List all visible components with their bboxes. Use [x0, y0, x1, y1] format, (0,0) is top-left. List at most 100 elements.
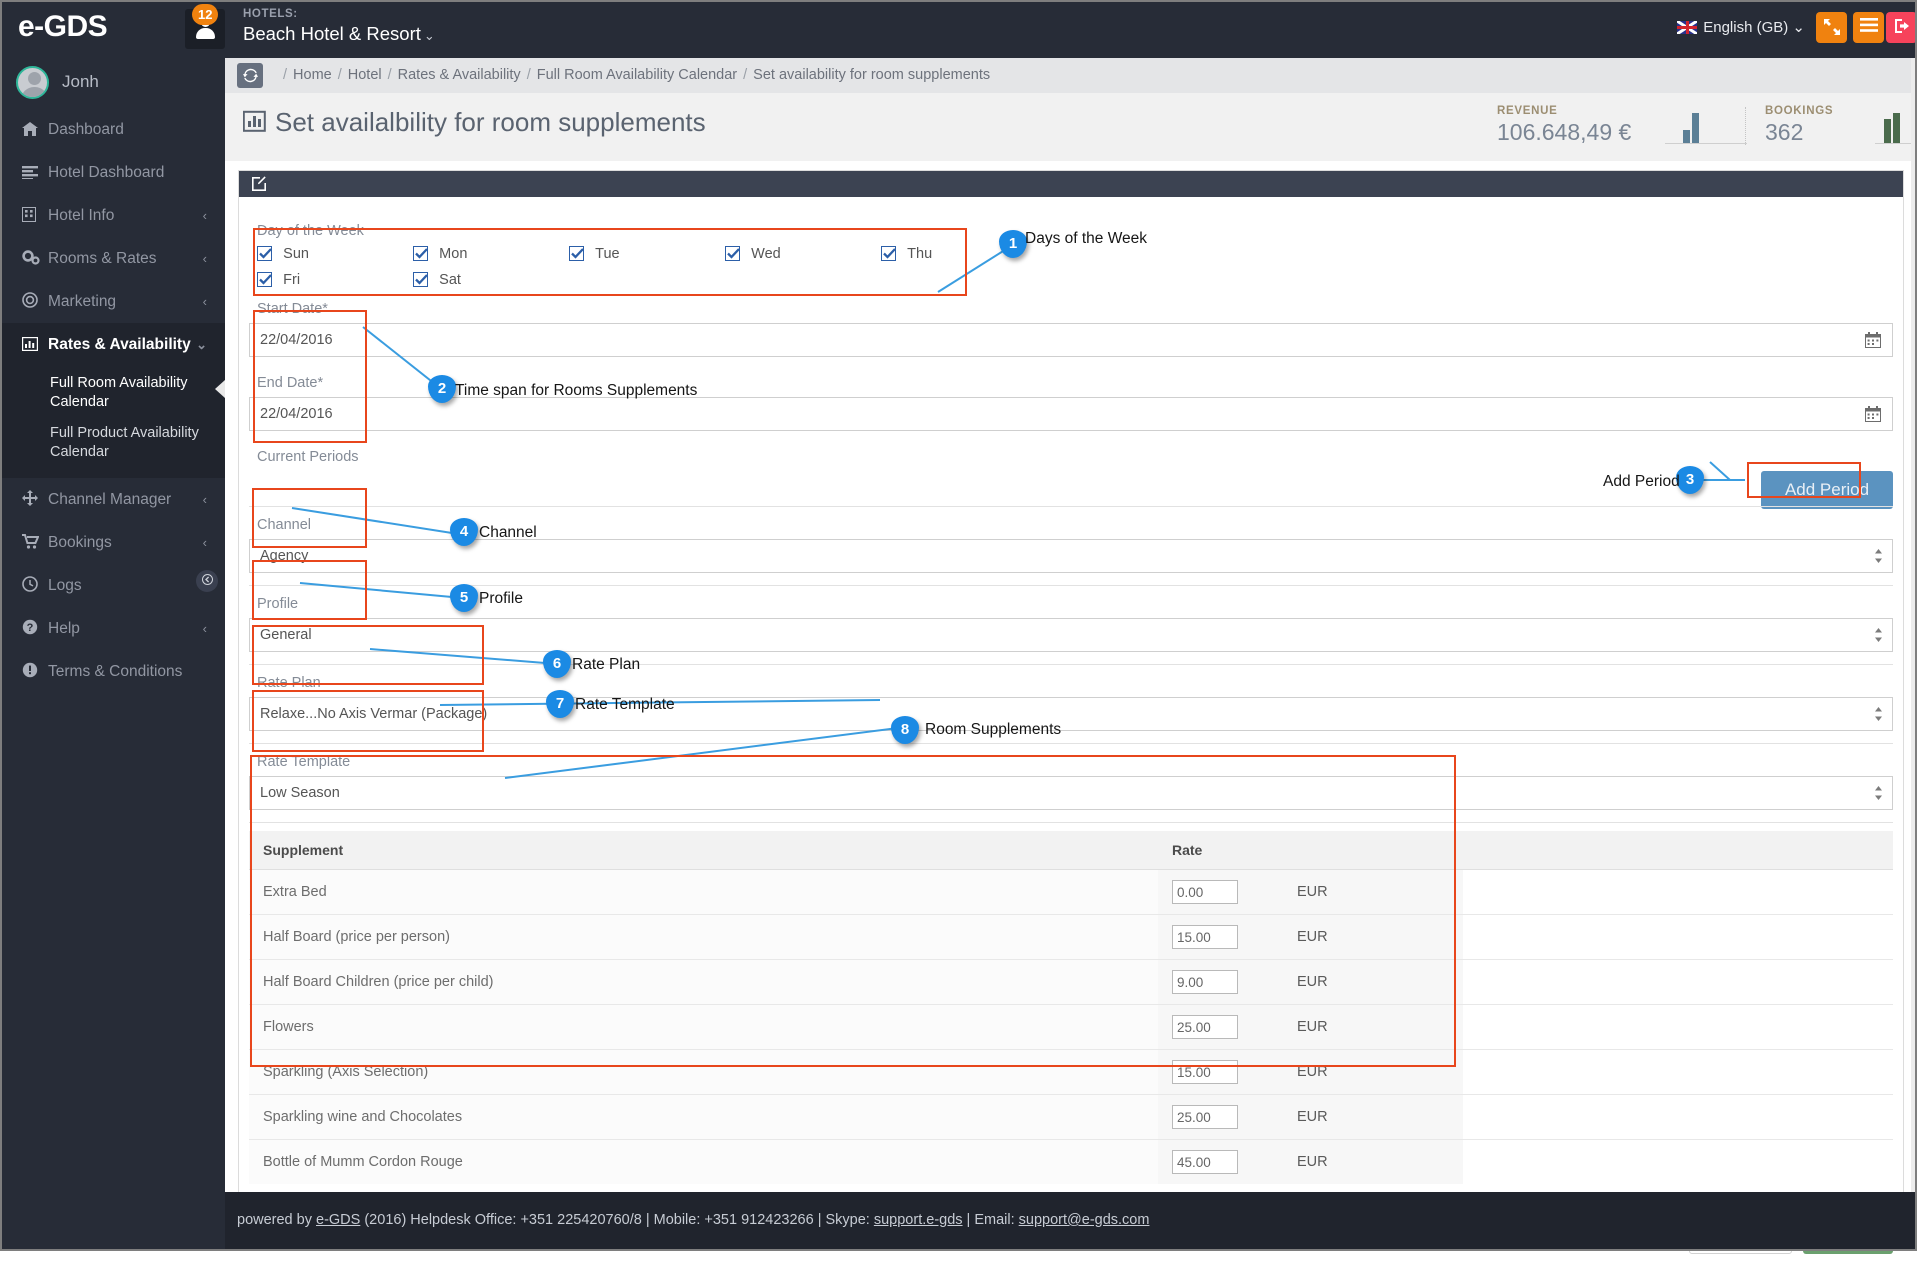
info-icon [22, 650, 48, 693]
breadcrumb-item-hotel[interactable]: Hotel [348, 67, 382, 83]
end-date-input[interactable] [249, 397, 1893, 431]
rate-plan-label: Rate Plan [257, 675, 321, 691]
checkbox-label: Sun [283, 246, 309, 262]
revenue-stat: REVENUE 106.648,49 € [1497, 105, 1631, 146]
hotel-selector[interactable]: Beach Hotel & Resort ⌄ [243, 23, 435, 45]
sidebar-collapse-button[interactable] [196, 570, 218, 592]
checkbox-wed[interactable]: Wed [725, 245, 781, 262]
stepper-arrows-icon[interactable] [1874, 548, 1883, 564]
annotation-label-7: Rate Template [575, 696, 675, 713]
sidebar-item-full-room-availability-calendar[interactable]: Full Room Availability Calendar [0, 368, 225, 418]
footer-email-link[interactable]: support@e-gds.com [1019, 1212, 1150, 1228]
row-spacer [1463, 1049, 1893, 1095]
menu-button[interactable] [1853, 12, 1884, 43]
language-selector[interactable]: English (GB) ⌄ [1677, 18, 1805, 36]
checkbox-thu[interactable]: Thu [881, 245, 932, 262]
sidebar-label: Dashboard [48, 121, 124, 138]
sidebar-item-channel-manager[interactable]: Channel Manager ‹ [0, 478, 225, 521]
logout-button[interactable] [1886, 12, 1917, 43]
row-spacer [1463, 959, 1893, 1005]
top-bar: e-GDS 12 HOTELS: Beach Hotel & Resort ⌄ E… [0, 0, 1917, 58]
checkbox-box [257, 246, 272, 261]
checkbox-label: Mon [439, 246, 468, 262]
sidebar-item-help[interactable]: ? Help ‹ [0, 607, 225, 650]
avatar [16, 66, 49, 99]
notification-count-badge[interactable]: 12 [192, 4, 219, 25]
supplement-name: Extra Bed [249, 869, 1158, 915]
table-row: Sparkling wine and Chocolates EUR [249, 1094, 1893, 1140]
calendar-icon[interactable] [1865, 332, 1881, 352]
revenue-label: REVENUE [1497, 105, 1558, 117]
supplements-table-wrapper: Supplement Rate Extra Bed EUR [249, 831, 1893, 1184]
sidebar-profile[interactable]: Jonh [0, 58, 225, 108]
rate-input[interactable] [1172, 1060, 1238, 1084]
breadcrumb-item-home[interactable]: Home [293, 67, 332, 83]
row-spacer [1463, 1004, 1893, 1050]
table-row: Half Board Children (price per child) EU… [249, 959, 1893, 1005]
check-icon [259, 248, 272, 259]
start-date-input[interactable] [249, 323, 1893, 357]
chevron-left-icon: ‹ [202, 251, 207, 266]
sidebar-item-hotel-info[interactable]: Hotel Info ‹ [0, 194, 225, 237]
table-header-row: Supplement Rate [249, 831, 1893, 870]
brand-logo[interactable]: e-GDS [18, 10, 108, 44]
rate-input[interactable] [1172, 880, 1238, 904]
rate-input[interactable] [1172, 1105, 1238, 1129]
table-row: Sparkling (Axis Selection) EUR [249, 1049, 1893, 1095]
sidebar-item-rooms-rates[interactable]: Rooms & Rates ‹ [0, 237, 225, 280]
breadcrumb-item-rates-availability[interactable]: Rates & Availability [398, 67, 521, 83]
rate-input[interactable] [1172, 925, 1238, 949]
rate-template-group: Rate Template [249, 754, 1893, 823]
chevron-left-icon: ‹ [202, 535, 207, 550]
table-row: Half Board (price per person) EUR [249, 914, 1893, 960]
sidebar-item-logs[interactable]: Logs ‹ [0, 564, 225, 607]
sidebar-item-bookings[interactable]: Bookings ‹ [0, 521, 225, 564]
rate-input[interactable] [1172, 970, 1238, 994]
stepper-arrows-icon[interactable] [1874, 627, 1883, 643]
refresh-button[interactable] [237, 63, 263, 88]
expand-button[interactable] [1816, 12, 1847, 43]
footer-brand-link[interactable]: e-GDS [316, 1212, 360, 1228]
channel-select[interactable] [249, 539, 1893, 573]
add-period-button[interactable]: Add Period [1761, 471, 1893, 509]
chevron-down-icon: ⌄ [196, 337, 207, 352]
breadcrumb-item-full-room-availability-calendar[interactable]: Full Room Availability Calendar [537, 67, 737, 83]
checkbox-fri[interactable]: Fri [257, 271, 300, 288]
rate-input[interactable] [1172, 1015, 1238, 1039]
rate-input[interactable] [1172, 1150, 1238, 1174]
sidebar-item-terms-conditions[interactable]: Terms & Conditions [0, 650, 225, 693]
rate-template-select[interactable] [249, 776, 1893, 810]
annotation-label-6: Rate Plan [572, 656, 641, 673]
sidebar: Jonh Dashboard Hotel Dashboard Hotel Inf… [0, 58, 225, 1251]
annotation-label-1: Days of the Week [1025, 230, 1148, 247]
expand-icon [1823, 19, 1840, 35]
collapse-icon [201, 574, 213, 585]
checkbox-sat[interactable]: Sat [413, 271, 461, 288]
calendar-icon[interactable] [1865, 406, 1881, 426]
footer-skype-link[interactable]: support.e-gds [874, 1212, 963, 1228]
stepper-arrows-icon[interactable] [1874, 706, 1883, 722]
checkbox-mon[interactable]: Mon [413, 245, 467, 262]
sidebar-item-rates-availability[interactable]: Rates & Availability ⌄ [0, 323, 225, 366]
rate-plan-select[interactable] [249, 697, 1893, 731]
supplement-name: Half Board (price per person) [249, 914, 1158, 960]
sidebar-label: Hotel Info [48, 207, 115, 224]
sidebar-item-full-product-availability-calendar[interactable]: Full Product Availability Calendar [0, 418, 225, 468]
sidebar-item-marketing[interactable]: Marketing ‹ [0, 280, 225, 323]
divider [249, 506, 1893, 507]
supplement-name: Half Board Children (price per child) [249, 959, 1158, 1005]
check-icon [727, 248, 740, 259]
profile-select[interactable] [249, 618, 1893, 652]
check-icon [415, 274, 428, 285]
supplement-rate-cell [1158, 1139, 1283, 1184]
sidebar-item-dashboard[interactable]: Dashboard [0, 108, 225, 151]
sidebar-item-hotel-dashboard[interactable]: Hotel Dashboard [0, 151, 225, 194]
stepper-arrows-icon[interactable] [1874, 785, 1883, 801]
checkbox-sun[interactable]: Sun [257, 245, 309, 262]
column-header-rate: Rate [1158, 831, 1463, 870]
hotels-label: HOTELS: [243, 8, 298, 20]
checkbox-label: Thu [907, 246, 933, 262]
bookings-stat: BOOKINGS 362 [1765, 105, 1833, 146]
page-scrollbar[interactable] [1911, 58, 1917, 1251]
checkbox-tue[interactable]: Tue [569, 245, 620, 262]
